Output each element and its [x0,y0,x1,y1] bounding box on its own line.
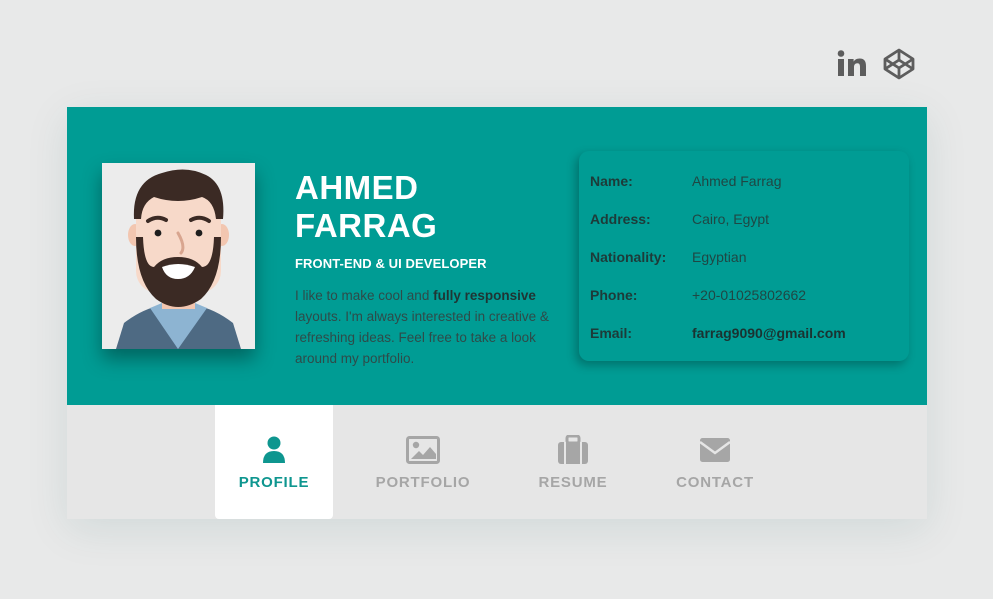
first-name: AHMED [295,169,419,206]
info-row-email: Email: farrag9090@gmail.com [579,325,909,363]
bio-highlight: fully responsive [433,288,536,303]
tab-resume[interactable]: RESUME [514,405,632,519]
last-name: FARRAG [295,207,438,244]
info-label: Address: [590,211,651,227]
tab-label: PROFILE [238,474,310,491]
profile-name: AHMED FARRAG [295,169,570,245]
briefcase-icon [558,435,588,464]
tab-label: PORTFOLIO [375,474,471,491]
intro: AHMED FARRAG FRONT-END & UI DEVELOPER I … [295,169,570,369]
profile-header: AHMED FARRAG FRONT-END & UI DEVELOPER I … [67,107,927,405]
info-value: +20-01025802662 [692,287,807,303]
tab-profile[interactable]: PROFILE [215,405,333,519]
linkedin-icon[interactable] [836,47,870,81]
bio-text: I like to make cool and [295,288,434,303]
tab-label: RESUME [538,474,608,491]
info-row-nationality: Nationality: Egyptian [579,249,909,287]
info-label: Phone: [590,287,638,303]
tab-portfolio[interactable]: PORTFOLIO [364,405,482,519]
info-label: Email: [590,325,633,341]
avatar [102,163,255,349]
info-value: Cairo, Egypt [692,211,770,227]
info-label: Nationality: [590,249,667,265]
tab-bar: PROFILE PORTFOLIO RESUME CONTACT [67,405,927,519]
info-row-address: Address: Cairo, Egypt [579,211,909,249]
envelope-icon [699,438,731,462]
info-panel: Name: Ahmed Farrag Address: Cairo, Egypt… [579,151,909,361]
info-label: Name: [590,173,633,189]
codepen-icon[interactable] [882,47,916,81]
bio-text-rest: layouts. I'm always interested in creati… [295,309,549,366]
user-icon [263,436,285,463]
image-icon [406,436,440,464]
info-value: Egyptian [692,249,747,265]
email-link[interactable]: farrag9090@gmail.com [692,325,846,341]
tab-label: CONTACT [676,474,754,491]
info-row-phone: Phone: +20-01025802662 [579,287,909,325]
profile-card: AHMED FARRAG FRONT-END & UI DEVELOPER I … [67,107,927,519]
job-title: FRONT-END & UI DEVELOPER [295,256,487,271]
tab-contact[interactable]: CONTACT [656,405,774,519]
info-value: Ahmed Farrag [692,173,782,189]
social-links [836,47,916,81]
info-row-name: Name: Ahmed Farrag [579,173,909,211]
bio: I like to make cool and fully responsive… [295,285,570,369]
